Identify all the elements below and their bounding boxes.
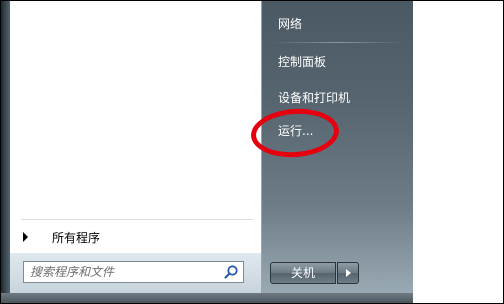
network-link[interactable]: 网络 — [278, 15, 302, 33]
programs-separator — [21, 219, 253, 220]
all-programs-item[interactable]: 所有程序 — [20, 227, 258, 247]
triangle-right-icon — [23, 232, 28, 242]
shutdown-options-button[interactable] — [337, 262, 359, 284]
triangle-right-icon — [346, 269, 351, 277]
devices-and-printers-link[interactable]: 设备和打印机 — [278, 89, 350, 107]
all-programs-label: 所有程序 — [52, 230, 101, 245]
start-menu-bottom-border — [1, 293, 413, 303]
search-box[interactable] — [23, 261, 244, 283]
search-input[interactable] — [30, 264, 210, 280]
control-panel-link[interactable]: 控制面板 — [278, 53, 326, 71]
shutdown-button[interactable]: 关机 — [270, 262, 336, 284]
start-menu-left-border — [1, 1, 10, 303]
programs-pane — [10, 1, 262, 293]
start-menu-screenshot: 所有程序 网络 控制面板 设备和打印机 运行... 关机 — [0, 0, 504, 304]
search-icon[interactable] — [223, 264, 239, 280]
links-separator — [271, 42, 405, 43]
